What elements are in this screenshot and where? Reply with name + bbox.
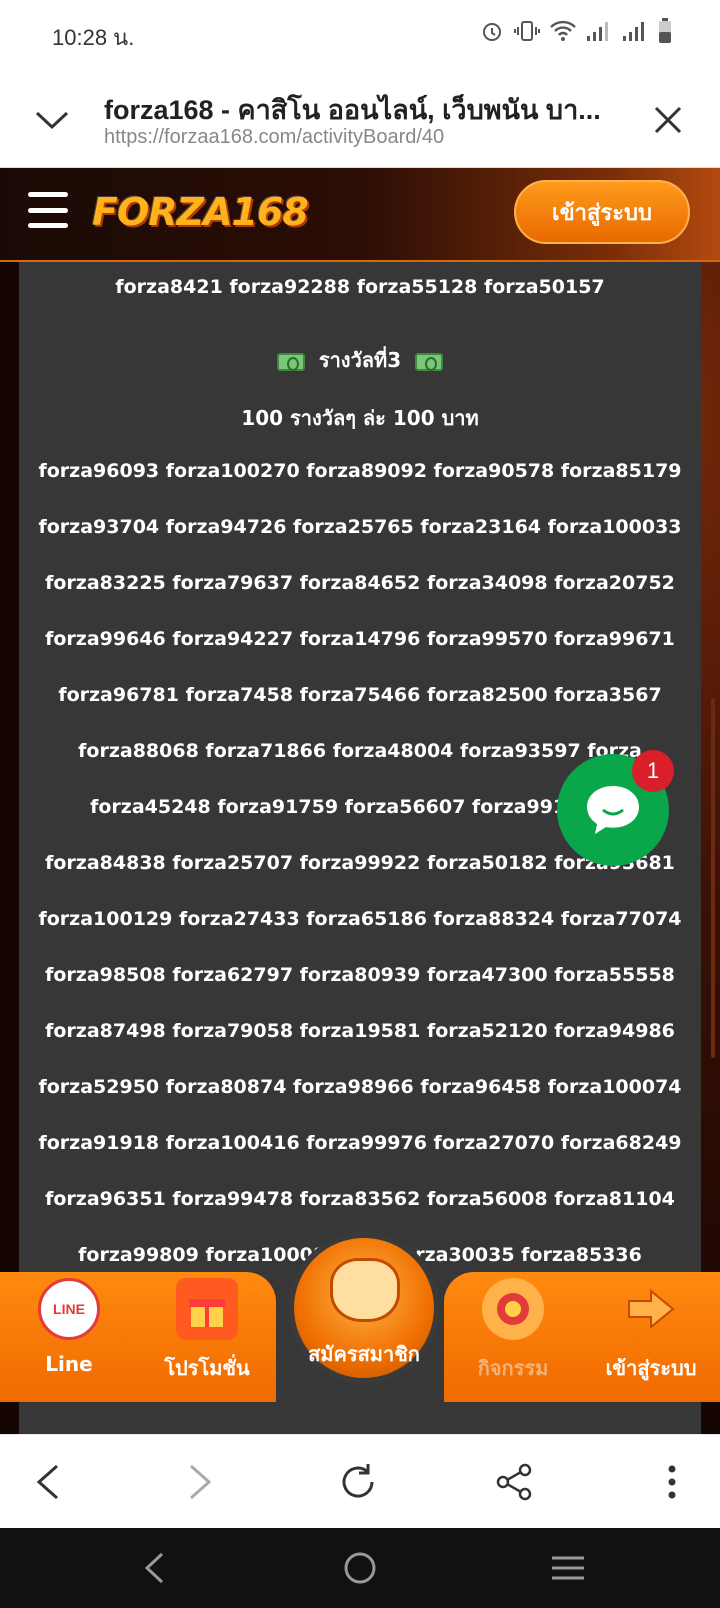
chevron-down-icon[interactable] <box>30 98 74 142</box>
money-icon <box>276 352 305 371</box>
winner-row: forza93704 forza94726 forza25765 forza23… <box>38 516 682 538</box>
winner-row: forza100129 forza27433 forza65186 forza8… <box>38 908 682 930</box>
gift-icon <box>176 1278 238 1340</box>
page-url[interactable]: https://forzaa168.com/activityBoard/40 <box>104 126 444 149</box>
system-back-icon[interactable] <box>130 1544 178 1592</box>
prize-heading: รางวัลที่3 <box>19 344 701 376</box>
chat-badge: 1 <box>632 750 674 792</box>
page-scrollbar[interactable] <box>711 698 715 1058</box>
nav-item-activity[interactable]: กิจกรรม <box>444 1272 582 1402</box>
back-icon[interactable] <box>24 1458 72 1506</box>
login-button[interactable]: เข้าสู่ระบบ <box>514 180 690 244</box>
nav-label: โปรโมชั่น <box>164 1356 250 1380</box>
browser-toolbar <box>0 1434 720 1528</box>
more-icon[interactable] <box>648 1458 696 1506</box>
system-home-icon[interactable] <box>336 1544 384 1592</box>
site-logo[interactable]: FORZA168 <box>92 190 309 234</box>
web-viewport: FORZA168 เข้าสู่ระบบ forza8421 forza9228… <box>0 168 720 1434</box>
site-bottom-nav: LINE Line โปรโมชั่น สมัครสมาชิก กิจกรรม … <box>0 1232 720 1402</box>
close-icon[interactable] <box>646 98 690 142</box>
page-title: forza168 - คาสิโน ออนไลน์, เว็บพนัน บา..… <box>104 95 601 125</box>
android-nav-bar <box>0 1528 720 1608</box>
custom-tab-header: forza168 - คาสิโน ออนไลน์, เว็บพนัน บา..… <box>0 70 720 168</box>
vibrate-icon <box>514 21 540 41</box>
site-header: FORZA168 เข้าสู่ระบบ <box>0 168 720 262</box>
chat-icon <box>587 786 639 834</box>
nav-label: กิจกรรม <box>477 1356 549 1380</box>
winner-row: forza96093 forza100270 forza89092 forza9… <box>38 460 682 482</box>
nav-item-promotion[interactable]: โปรโมชั่น <box>138 1272 276 1402</box>
battery-icon <box>659 18 671 43</box>
winner-row: forza83225 forza79637 forza84652 forza34… <box>45 572 675 594</box>
activity-icon <box>482 1278 544 1340</box>
status-time: 10:28 น. <box>52 25 135 50</box>
winner-row: forza98508 forza62797 forza80939 forza47… <box>45 964 675 986</box>
winner-row: forza96351 forza99478 forza83562 forza56… <box>45 1188 675 1210</box>
signal-icon-2 <box>623 22 644 41</box>
login-arrow-icon <box>620 1278 682 1340</box>
register-label: สมัครสมาชิก <box>308 1342 420 1366</box>
forward-icon[interactable] <box>176 1458 224 1506</box>
winner-row: forza52950 forza80874 forza98966 forza96… <box>38 1076 682 1098</box>
winner-row: forza96781 forza7458 forza75466 forza825… <box>58 684 662 706</box>
nav-item-login[interactable]: เข้าสู่ระบบ <box>582 1272 720 1402</box>
status-icons <box>480 18 672 44</box>
winner-row: forza91918 forza100416 forza99976 forza2… <box>38 1132 682 1154</box>
winner-row: forza87498 forza79058 forza19581 forza52… <box>45 1020 675 1042</box>
winner-row: forza99646 forza94227 forza14796 forza99… <box>45 628 675 650</box>
winner-line-top: forza8421 forza92288 forza55128 forza501… <box>115 276 605 298</box>
nav-item-line[interactable]: LINE Line <box>0 1272 138 1402</box>
signal-icon <box>587 22 608 41</box>
money-icon <box>415 352 444 371</box>
prize-detail: 100 รางวัลๆ ล่ะ 100 บาท <box>241 406 479 430</box>
mascot-icon <box>330 1258 400 1322</box>
status-bar: 10:28 น. <box>0 0 720 70</box>
register-button[interactable]: สมัครสมาชิก <box>288 1232 440 1384</box>
reload-icon[interactable] <box>334 1458 382 1506</box>
system-recents-icon[interactable] <box>544 1544 592 1592</box>
line-icon: LINE <box>38 1278 100 1340</box>
prize-heading-text: รางวัลที่3 <box>318 348 402 372</box>
nav-label: เข้าสู่ระบบ <box>605 1356 697 1380</box>
wifi-icon <box>550 20 576 41</box>
nav-label: Line <box>45 1352 93 1376</box>
alarm-icon <box>483 23 501 41</box>
menu-icon[interactable] <box>28 192 68 228</box>
share-icon[interactable] <box>490 1458 538 1506</box>
